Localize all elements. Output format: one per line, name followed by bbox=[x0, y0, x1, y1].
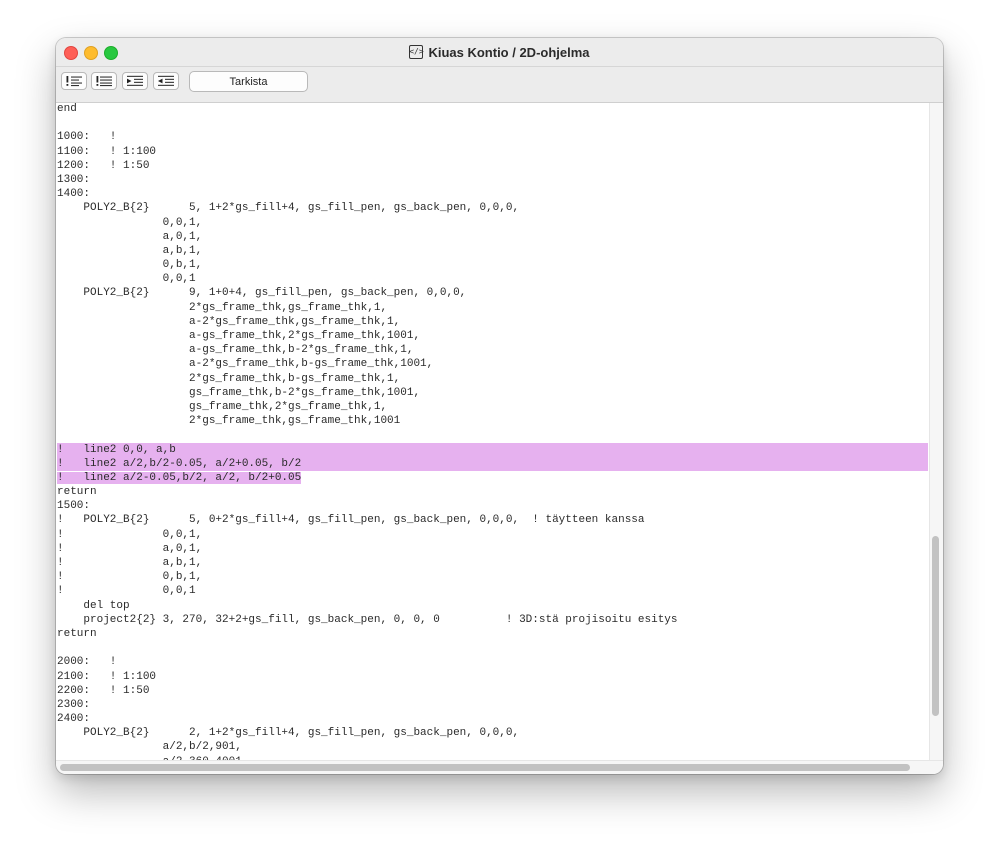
uncomment-lines-button[interactable] bbox=[91, 72, 117, 90]
code-line[interactable]: ! 0,b,1, bbox=[57, 570, 928, 584]
code-line[interactable]: a-gs_frame_thk,2*gs_frame_thk,1001, bbox=[57, 329, 928, 343]
code-line[interactable]: a,0,1, bbox=[57, 230, 928, 244]
window-title: Kiuas Kontio / 2D-ohjelma bbox=[428, 44, 590, 60]
editor-window: </> Kiuas Kontio / 2D-ohjelma Tarkista e… bbox=[56, 38, 943, 774]
code-line[interactable]: 1100: ! 1:100 bbox=[57, 145, 928, 159]
code-line[interactable]: 0,0,1, bbox=[57, 216, 928, 230]
code-line[interactable] bbox=[57, 428, 928, 442]
code-line[interactable]: POLY2_B{2} 2, 1+2*gs_fill+4, gs_fill_pen… bbox=[57, 726, 928, 740]
code-line[interactable]: return bbox=[57, 485, 928, 499]
code-line[interactable]: 1000: ! bbox=[57, 130, 928, 144]
indent-button[interactable] bbox=[122, 72, 148, 90]
title-bar[interactable]: </> Kiuas Kontio / 2D-ohjelma bbox=[56, 38, 943, 67]
code-line[interactable]: 1200: ! 1:50 bbox=[57, 159, 928, 173]
code-line[interactable]: end bbox=[57, 103, 928, 116]
indent-icon bbox=[127, 75, 143, 86]
code-line[interactable]: ! POLY2_B{2} 5, 0+2*gs_fill+4, gs_fill_p… bbox=[57, 513, 928, 527]
code-line[interactable]: 0,0,1 bbox=[57, 272, 928, 286]
code-line[interactable]: ! line2 0,0, a,b bbox=[57, 442, 928, 457]
code-editor[interactable]: end 1000: ! 1100: ! 1:100 1200: ! 1:50 1300:… bbox=[56, 103, 929, 760]
code-line[interactable]: 2*gs_frame_thk,gs_frame_thk,1, bbox=[57, 301, 928, 315]
code-line[interactable] bbox=[57, 641, 928, 655]
comment-lines-button[interactable] bbox=[61, 72, 87, 90]
code-line[interactable]: return bbox=[57, 627, 928, 641]
code-line[interactable]: project2{2} 3, 270, 32+2+gs_fill, gs_bac… bbox=[57, 613, 928, 627]
outdent-button[interactable] bbox=[153, 72, 179, 90]
code-line[interactable]: 2100: ! 1:100 bbox=[57, 670, 928, 684]
code-line[interactable] bbox=[57, 116, 928, 130]
code-line[interactable]: POLY2_B{2} 5, 1+2*gs_fill+4, gs_fill_pen… bbox=[57, 201, 928, 215]
code-line[interactable]: 1400: bbox=[57, 187, 928, 201]
window-title-group: </> Kiuas Kontio / 2D-ohjelma bbox=[56, 38, 943, 66]
code-line[interactable]: gs_frame_thk,b-2*gs_frame_thk,1001, bbox=[57, 386, 928, 400]
horizontal-scrollbar-thumb[interactable] bbox=[60, 764, 910, 771]
code-line[interactable]: 1300: bbox=[57, 173, 928, 187]
code-line[interactable]: del top bbox=[57, 599, 928, 613]
selected-text: ! line2 a/2-0.05,b/2, a/2, b/2+0.05 bbox=[57, 471, 302, 484]
vertical-scrollbar-thumb[interactable] bbox=[932, 536, 939, 716]
code-line[interactable]: ! a,0,1, bbox=[57, 542, 928, 556]
code-line[interactable]: 1500: bbox=[57, 499, 928, 513]
code-line[interactable]: 2000: ! bbox=[57, 655, 928, 669]
code-lines: end 1000: ! 1100: ! 1:100 1200: ! 1:50 1300:… bbox=[57, 103, 928, 760]
code-line[interactable]: 2*gs_frame_thk,b-gs_frame_thk,1, bbox=[57, 372, 928, 386]
toolbar: Tarkista bbox=[56, 67, 943, 103]
code-line[interactable]: a-2*gs_frame_thk,gs_frame_thk,1, bbox=[57, 315, 928, 329]
uncomment-lines-icon bbox=[96, 76, 112, 87]
code-line[interactable]: ! line2 a/2,b/2-0.05, a/2+0.05, b/2 bbox=[57, 456, 928, 471]
code-line[interactable]: POLY2_B{2} 9, 1+0+4, gs_fill_pen, gs_bac… bbox=[57, 286, 928, 300]
code-line[interactable]: 2400: bbox=[57, 712, 928, 726]
code-file-icon: </> bbox=[409, 45, 424, 59]
code-line[interactable]: 2300: bbox=[57, 698, 928, 712]
code-line[interactable]: 0,b,1, bbox=[57, 258, 928, 272]
outdent-icon bbox=[158, 75, 174, 86]
comment-lines-icon bbox=[66, 76, 82, 87]
code-line[interactable]: a,b,1, bbox=[57, 244, 928, 258]
code-line[interactable]: ! 0,0,1 bbox=[57, 584, 928, 598]
code-line[interactable]: a-2*gs_frame_thk,b-gs_frame_thk,1001, bbox=[57, 357, 928, 371]
check-script-button[interactable]: Tarkista bbox=[189, 71, 308, 92]
code-line[interactable]: 2*gs_frame_thk,gs_frame_thk,1001 bbox=[57, 414, 928, 428]
code-line[interactable]: a/2,b/2,901, bbox=[57, 740, 928, 754]
code-line[interactable]: gs_frame_thk,2*gs_frame_thk,1, bbox=[57, 400, 928, 414]
code-line[interactable]: ! 0,0,1, bbox=[57, 528, 928, 542]
code-line[interactable]: 2200: ! 1:50 bbox=[57, 684, 928, 698]
code-line[interactable]: ! a,b,1, bbox=[57, 556, 928, 570]
code-line[interactable]: ! line2 a/2-0.05,b/2, a/2, b/2+0.05 bbox=[57, 471, 928, 485]
code-line[interactable]: a-gs_frame_thk,b-2*gs_frame_thk,1, bbox=[57, 343, 928, 357]
